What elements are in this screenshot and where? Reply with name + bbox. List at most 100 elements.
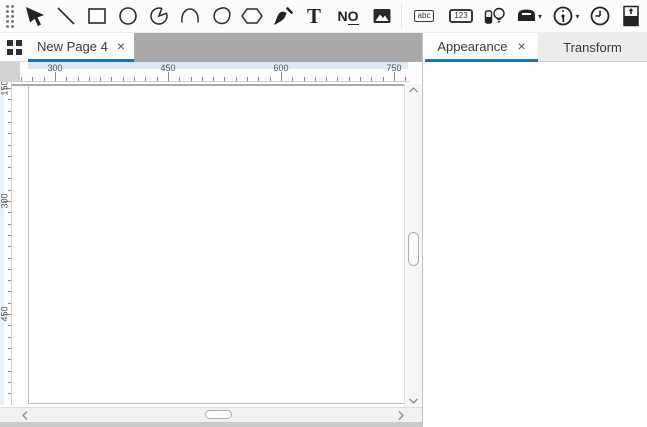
ruler-tick bbox=[8, 269, 11, 270]
ruler-tick bbox=[44, 77, 45, 81]
ruler-tick bbox=[281, 72, 282, 81]
ruler-tick bbox=[371, 77, 372, 81]
pages-menu-button[interactable] bbox=[0, 33, 28, 62]
pen-tool[interactable] bbox=[271, 2, 295, 30]
ruler-tick bbox=[78, 77, 79, 81]
input-number-tool[interactable]: 123 bbox=[446, 2, 476, 30]
ellipse-tool[interactable] bbox=[116, 2, 140, 30]
vertical-scrollbar-thumb[interactable] bbox=[408, 232, 419, 266]
toolbar-separator bbox=[401, 4, 402, 28]
ruler-tick bbox=[8, 224, 11, 225]
horizontal-scrollbar[interactable] bbox=[18, 408, 408, 422]
ruler-tick bbox=[8, 167, 11, 168]
arc-icon bbox=[179, 5, 201, 27]
toolbar-drag-handle[interactable] bbox=[3, 3, 16, 29]
level-tool[interactable] bbox=[619, 2, 643, 30]
text-tool[interactable]: T bbox=[302, 2, 326, 30]
input-text-tool[interactable]: abc bbox=[409, 2, 439, 30]
ruler-tick bbox=[8, 303, 11, 304]
vertical-scrollbar[interactable] bbox=[404, 84, 422, 407]
clock-tool[interactable] bbox=[588, 2, 612, 30]
blob-tool[interactable] bbox=[209, 2, 233, 30]
text-icon: T bbox=[307, 6, 321, 27]
container-tool[interactable]: ▾ bbox=[514, 2, 544, 30]
ruler-tick bbox=[168, 72, 169, 81]
image-tool[interactable] bbox=[370, 2, 394, 30]
ruler-tick bbox=[292, 77, 293, 81]
ruler-tick bbox=[8, 258, 11, 259]
scroll-down-icon[interactable] bbox=[408, 397, 419, 405]
close-icon[interactable]: × bbox=[117, 39, 125, 53]
ruler-tick bbox=[337, 77, 338, 81]
line-icon bbox=[55, 5, 77, 27]
ruler-label: 450 bbox=[0, 306, 10, 321]
scroll-right-icon[interactable] bbox=[397, 410, 405, 421]
polygon-tool[interactable] bbox=[240, 2, 264, 30]
input-number-icon: 123 bbox=[449, 9, 472, 24]
light-switch-tool[interactable] bbox=[483, 2, 507, 30]
app-window: T NO abc 123 bbox=[0, 0, 647, 427]
ruler-tick bbox=[270, 77, 271, 81]
ruler-tick bbox=[383, 77, 384, 81]
tab-new-page-4[interactable]: New Page 4 × bbox=[28, 33, 134, 62]
ruler-tick bbox=[8, 393, 11, 394]
ruler-tick bbox=[66, 77, 67, 81]
appearance-panel-body bbox=[423, 62, 647, 427]
ruler-tick bbox=[8, 246, 11, 247]
pen-icon bbox=[272, 5, 294, 27]
panel-tabs: Appearance × Transform bbox=[425, 33, 647, 62]
ruler-label: 300 bbox=[47, 63, 62, 73]
rectangle-icon bbox=[86, 5, 108, 27]
horizontal-scrollbar-zone bbox=[0, 407, 422, 422]
line-tool[interactable] bbox=[54, 2, 78, 30]
polygon-icon bbox=[240, 5, 264, 27]
ruler-tick bbox=[134, 77, 135, 81]
canvas-page[interactable] bbox=[28, 84, 405, 404]
ruler-label: 450 bbox=[160, 63, 175, 73]
ruler-tick bbox=[315, 77, 316, 81]
pie-icon bbox=[148, 5, 170, 27]
tab-bar-filler bbox=[134, 33, 422, 62]
ruler-tick bbox=[405, 77, 406, 81]
vertical-ruler: 150 300 450 bbox=[0, 82, 12, 405]
ruler-label: 300 bbox=[0, 193, 10, 208]
scroll-left-icon[interactable] bbox=[21, 410, 29, 421]
ruler-tick bbox=[8, 122, 11, 123]
ruler-tick bbox=[236, 77, 237, 81]
ruler-tick bbox=[224, 77, 225, 81]
ruler-tick bbox=[213, 77, 214, 81]
arc-tool[interactable] bbox=[178, 2, 202, 30]
horizontal-scrollbar-thumb[interactable] bbox=[205, 410, 232, 419]
select-tool[interactable] bbox=[23, 2, 47, 30]
ruler-tick bbox=[21, 77, 22, 81]
numero-icon: NO bbox=[337, 9, 358, 23]
tab-appearance[interactable]: Appearance × bbox=[425, 33, 538, 62]
ruler-label: 600 bbox=[273, 63, 288, 73]
pie-tool[interactable] bbox=[147, 2, 171, 30]
numero-tool[interactable]: NO bbox=[333, 2, 363, 30]
ruler-corner bbox=[0, 62, 20, 82]
rectangle-tool[interactable] bbox=[85, 2, 109, 30]
ruler-tick bbox=[349, 77, 350, 81]
gauge-tool[interactable]: ▾ bbox=[551, 2, 581, 30]
close-icon[interactable]: × bbox=[517, 39, 525, 53]
ruler-tick bbox=[326, 77, 327, 81]
ruler-tick bbox=[191, 77, 192, 81]
ruler-tick bbox=[247, 77, 248, 81]
ruler-tick bbox=[8, 371, 11, 372]
scroll-up-icon[interactable] bbox=[408, 86, 419, 94]
transform-tab-label: Transform bbox=[563, 40, 622, 55]
ruler-tick bbox=[179, 77, 180, 81]
page-top-edge bbox=[12, 84, 28, 86]
page-tab-label: New Page 4 bbox=[37, 39, 108, 54]
ruler-tick bbox=[111, 77, 112, 81]
tab-bar: New Page 4 × Appearance × Transform bbox=[0, 33, 647, 62]
ruler-tick bbox=[8, 111, 11, 112]
chevron-down-icon: ▾ bbox=[575, 12, 579, 21]
ruler-tick bbox=[89, 77, 90, 81]
container-icon bbox=[516, 5, 537, 27]
ruler-label: 150 bbox=[0, 82, 10, 96]
ruler-tick bbox=[8, 145, 11, 146]
ruler-tick bbox=[8, 190, 11, 191]
tab-transform[interactable]: Transform bbox=[538, 33, 647, 62]
